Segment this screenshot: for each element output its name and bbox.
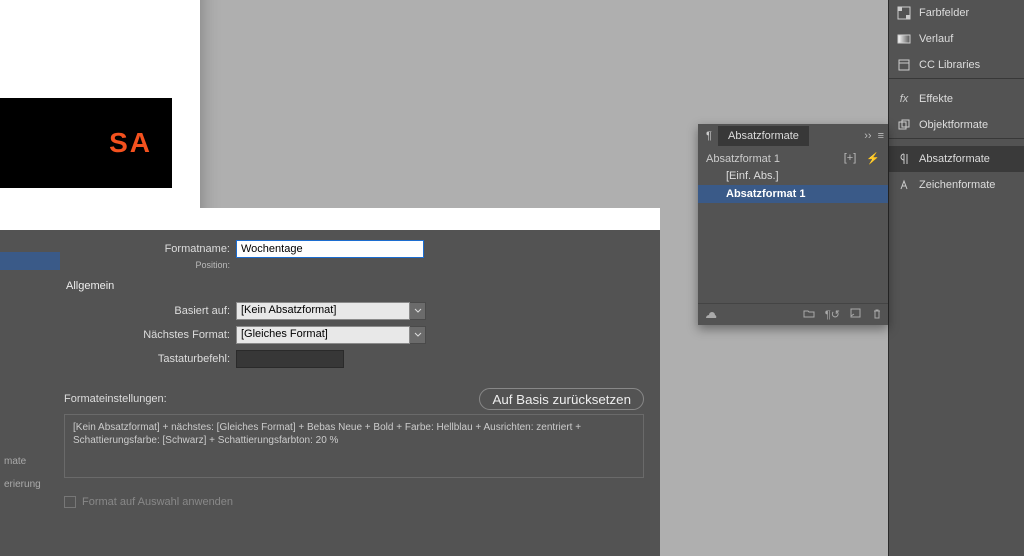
panel-label: Absatzformate [919,153,990,165]
panel-tab[interactable]: Absatzformate [718,126,809,146]
panel-footer: ¶↺ [698,303,888,325]
current-style-row: Absatzformat 1 [+] ⚡ [698,150,888,167]
naechstes-format-label: Nächstes Format: [64,329,236,341]
apply-to-selection-row: Format auf Auswahl anwenden [64,496,644,508]
basiert-auf-value: [Kein Absatzformat] [236,302,410,320]
absatzformate-panel: ¶ Absatzformate ›› ≡ Absatzformat 1 [+] … [698,124,888,325]
separator [889,138,1024,146]
current-style-label: Absatzformat 1 [706,153,780,165]
libraries-icon [897,58,911,72]
panel-farbfelder[interactable]: Farbfelder [889,0,1024,26]
panel-label: Farbfelder [919,7,969,19]
basiert-auf-label: Basiert auf: [64,305,236,317]
dialog-sidebar-tab-active[interactable] [0,252,60,270]
pilcrow-icon: ¶ [702,129,716,143]
black-text-frame[interactable]: SA [0,98,172,188]
formateinstellungen-label: Formateinstellungen: [64,393,167,405]
frame-text: SA [109,127,152,159]
panel-absatzformate[interactable]: Absatzformate [889,146,1024,172]
panel-label: Verlauf [919,33,953,45]
position-label: Position: [64,260,236,270]
panel-label: Zeichenformate [919,179,995,191]
new-group-icon[interactable] [803,308,815,321]
dialog-titlebar[interactable] [0,208,660,230]
new-style-from-selection-icon[interactable]: [+] [844,152,857,165]
dialog-sidebar: mate erierung [0,230,40,556]
style-item-absatzformat-1[interactable]: Absatzformat 1 [698,185,888,203]
separator [889,78,1024,86]
panel-header[interactable]: ¶ Absatzformate ›› ≡ [698,124,888,148]
apply-to-selection-label: Format auf Auswahl anwenden [82,496,233,508]
reset-to-base-button[interactable]: Auf Basis zurücksetzen [479,388,644,410]
formatname-label: Formatname: [64,243,236,255]
panel-objektformate[interactable]: Objektformate [889,112,1024,138]
chevron-down-icon[interactable] [410,326,426,344]
sidebar-cutoff-1[interactable]: mate [0,454,40,469]
clear-overrides-footer-icon[interactable]: ¶↺ [825,308,840,321]
panel-zeichenformate[interactable]: Zeichenformate [889,172,1024,198]
right-panel-strip: Farbfelder Verlauf CC Libraries fx Effek… [888,0,1024,556]
tastaturbefehl-label: Tastaturbefehl: [64,353,236,365]
character-styles-icon [897,178,911,192]
paragraph-styles-icon [897,152,911,166]
naechstes-format-value: [Gleiches Format] [236,326,410,344]
fx-icon: fx [897,92,911,106]
dialog-main: Formatname: Position: Allgemein Basiert … [60,230,660,556]
object-styles-icon [897,118,911,132]
panel-cc-libraries[interactable]: CC Libraries [889,52,1024,78]
formateinstellungen-box: [Kein Absatzformat] + nächstes: [Gleiche… [64,414,644,478]
panel-label: Objektformate [919,119,988,131]
panel-spacer [698,203,888,301]
style-list: [Einf. Abs.] Absatzformat 1 [698,167,888,203]
cc-libraries-icon[interactable] [704,310,718,320]
style-item-basic[interactable]: [Einf. Abs.] [698,167,888,185]
new-style-icon[interactable] [850,308,862,321]
apply-to-selection-checkbox [64,496,76,508]
swatches-icon [897,6,911,20]
naechstes-format-select[interactable]: [Gleiches Format] [236,326,426,344]
formatname-input[interactable] [236,240,424,258]
panel-effekte[interactable]: fx Effekte [889,86,1024,112]
basiert-auf-select[interactable]: [Kein Absatzformat] [236,302,426,320]
panel-label: Effekte [919,93,953,105]
delete-style-icon[interactable] [872,308,882,321]
sidebar-cutoff-2[interactable]: erierung [0,477,40,492]
clear-overrides-icon[interactable]: ⚡ [866,152,880,165]
panel-label: CC Libraries [919,59,980,71]
paragraph-style-options-dialog: mate erierung Formatname: Position: Allg… [0,230,660,556]
panel-verlauf[interactable]: Verlauf [889,26,1024,52]
panel-menu-icon[interactable]: ≡ [878,130,884,142]
chevron-down-icon[interactable] [410,302,426,320]
gradient-icon [897,32,911,46]
tastaturbefehl-input[interactable] [236,350,344,368]
section-allgemein: Allgemein [66,280,644,292]
collapse-icon[interactable]: ›› [864,130,871,142]
